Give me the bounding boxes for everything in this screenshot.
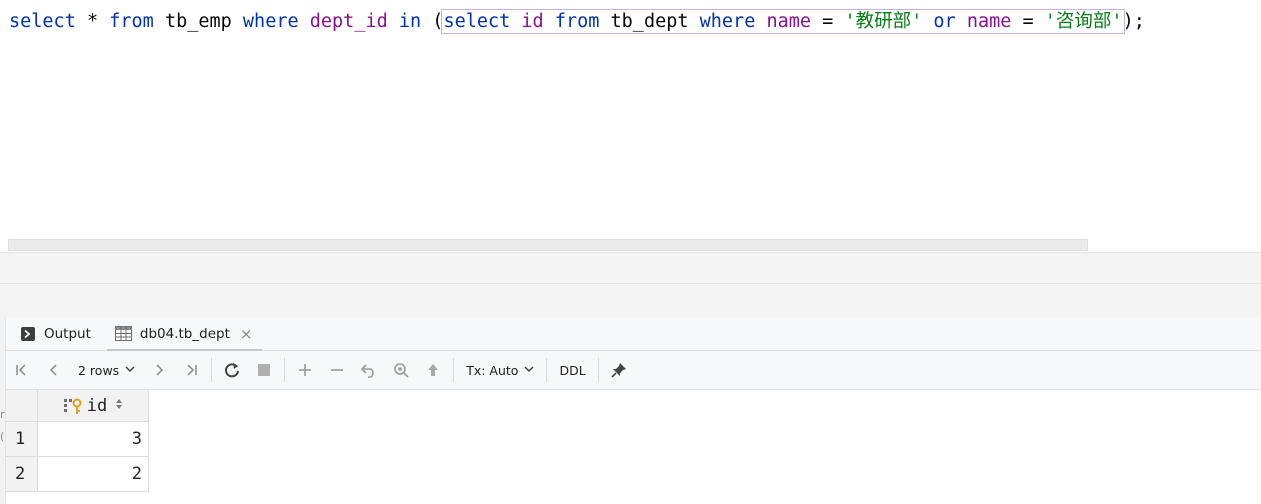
toolbar-separator bbox=[453, 358, 455, 382]
rows-count-label: 2 rows bbox=[78, 362, 120, 378]
keyword-token: where bbox=[242, 11, 299, 32]
code-token: ); bbox=[1122, 11, 1145, 32]
column-header-id[interactable]: id bbox=[38, 390, 149, 422]
tab-output[interactable]: Output bbox=[6, 317, 101, 351]
results-toolbar: 2 rows Tx: Auto DDL bbox=[6, 351, 1261, 390]
keyword-token: where bbox=[699, 11, 756, 32]
gutter-fragment: ( bbox=[0, 430, 5, 443]
primary-key-icon bbox=[63, 397, 83, 415]
table-row[interactable]: 1 3 bbox=[6, 422, 149, 457]
column-token: id bbox=[521, 11, 544, 32]
code-token: = bbox=[811, 11, 845, 32]
pin-icon[interactable] bbox=[603, 356, 635, 384]
panel-splitter[interactable] bbox=[0, 252, 1261, 317]
stop-icon[interactable] bbox=[248, 356, 280, 384]
transaction-mode-dropdown[interactable]: Tx: Auto bbox=[458, 356, 542, 384]
keyword-token: or bbox=[933, 11, 956, 32]
toolbar-separator bbox=[597, 358, 599, 382]
code-token: = bbox=[1011, 11, 1045, 32]
refresh-icon[interactable] bbox=[216, 356, 248, 384]
toolbar-separator bbox=[211, 358, 213, 382]
revert-icon[interactable] bbox=[353, 356, 385, 384]
table-cell-id[interactable]: 2 bbox=[38, 457, 149, 492]
string-token: '咨询部' bbox=[1044, 11, 1123, 32]
previous-page-icon[interactable] bbox=[38, 356, 70, 384]
toolbar-separator bbox=[546, 358, 548, 382]
keyword-token: select bbox=[443, 11, 511, 32]
preview-changes-icon[interactable] bbox=[385, 356, 417, 384]
ddl-button[interactable]: DDL bbox=[551, 356, 593, 384]
column-header-label: id bbox=[86, 395, 108, 416]
results-grid: id 1 3 2 2 bbox=[6, 390, 149, 492]
string-token: '教研部' bbox=[844, 11, 923, 32]
row-number[interactable]: 1 bbox=[6, 422, 38, 457]
chevron-down-icon bbox=[524, 365, 534, 376]
column-token: dept_id bbox=[309, 11, 388, 32]
row-number[interactable]: 2 bbox=[6, 457, 38, 492]
horizontal-scrollbar[interactable] bbox=[8, 239, 1088, 251]
subquery-highlight: select id from tb_dept where name = '教研部… bbox=[441, 9, 1125, 34]
tab-label: Output bbox=[44, 325, 91, 342]
grid-header-row: id bbox=[6, 390, 149, 422]
divider bbox=[0, 283, 1261, 284]
next-page-icon[interactable] bbox=[143, 356, 175, 384]
column-token: name bbox=[766, 11, 812, 32]
keyword-token: select bbox=[9, 11, 76, 32]
code-token: ( bbox=[421, 11, 444, 32]
add-row-icon[interactable] bbox=[289, 356, 321, 384]
console-icon bbox=[20, 326, 36, 342]
gutter-fragment: r bbox=[0, 408, 5, 421]
tab-db04-tb-dept[interactable]: db04.tb_dept × bbox=[101, 317, 263, 352]
sort-icon[interactable] bbox=[115, 398, 123, 413]
table-icon bbox=[114, 326, 132, 341]
delete-row-icon[interactable] bbox=[321, 356, 353, 384]
column-token: name bbox=[966, 11, 1012, 32]
tab-label: db04.tb_dept bbox=[139, 325, 230, 342]
table-row[interactable]: 2 2 bbox=[6, 457, 149, 492]
sql-query-line[interactable]: select * from tb_emp where dept_id in (s… bbox=[9, 8, 1145, 36]
last-page-icon[interactable] bbox=[175, 356, 207, 384]
keyword-token: from bbox=[109, 11, 154, 32]
submit-arrow-up-icon[interactable] bbox=[417, 356, 449, 384]
first-page-icon[interactable] bbox=[6, 356, 38, 384]
code-token: tb_dept bbox=[599, 11, 700, 32]
row-number-header[interactable] bbox=[6, 390, 38, 422]
keyword-token: from bbox=[554, 11, 600, 32]
chevron-down-icon bbox=[125, 365, 135, 376]
keyword-token: in bbox=[398, 11, 422, 32]
rows-count-dropdown[interactable]: 2 rows bbox=[70, 356, 143, 384]
transaction-mode-label: Tx: Auto bbox=[466, 362, 519, 378]
code-token: tb_emp bbox=[153, 11, 243, 32]
ddl-label: DDL bbox=[559, 362, 586, 378]
toolbar-separator bbox=[284, 358, 286, 382]
table-cell-id[interactable]: 3 bbox=[38, 422, 149, 457]
results-tab-bar: Output db04.tb_dept × bbox=[6, 317, 1261, 352]
close-icon[interactable]: × bbox=[240, 325, 253, 343]
sql-editor[interactable]: select * from tb_emp where dept_id in (s… bbox=[0, 0, 1261, 252]
code-token: * bbox=[75, 11, 110, 32]
